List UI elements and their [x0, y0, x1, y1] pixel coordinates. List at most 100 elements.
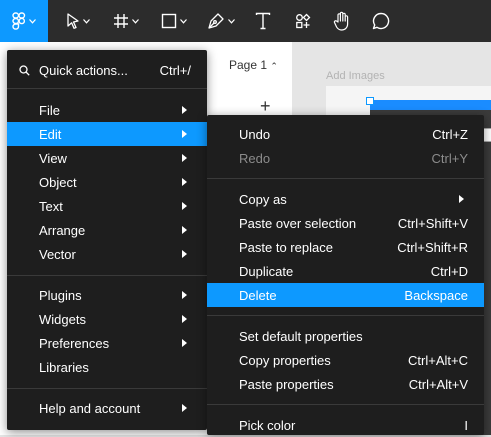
menu-item-shortcut: Ctrl+Shift+R: [397, 239, 468, 255]
menu-item-label: Text: [39, 198, 63, 214]
menu-separator: [207, 315, 484, 316]
hand-tool-icon: [333, 11, 349, 31]
menu-item-paste-properties[interactable]: Paste properties Ctrl+Alt+V: [207, 372, 484, 396]
chevron-down-icon: [29, 18, 36, 24]
figma-main-menu-icon: [12, 12, 26, 30]
main-menu: Quick actions... Ctrl+/ File Edit View O…: [7, 50, 207, 430]
menu-item-shortcut: Ctrl+Z: [432, 126, 468, 142]
menu-item-shortcut: Ctrl+Y: [431, 150, 468, 166]
main-menu-button[interactable]: [0, 0, 48, 42]
frame-tool-button[interactable]: [108, 0, 144, 42]
chevron-right-icon: [182, 130, 187, 138]
chevron-up-icon: ⌃: [270, 61, 278, 71]
menu-item-label: Paste over selection: [239, 215, 357, 231]
move-tool-button[interactable]: [60, 0, 96, 42]
menu-item-view[interactable]: View: [7, 146, 207, 170]
chevron-down-icon: [132, 18, 139, 24]
menu-item-label: Vector: [39, 246, 76, 262]
search-icon: [19, 65, 30, 76]
menu-separator: [7, 88, 207, 89]
chevron-down-icon: [228, 18, 235, 24]
menu-item-libraries[interactable]: Libraries: [7, 355, 207, 379]
menu-item-label: Arrange: [39, 222, 86, 238]
add-page-button[interactable]: +: [260, 96, 271, 117]
menu-item-redo[interactable]: Redo Ctrl+Y: [207, 146, 484, 170]
menu-item-edit[interactable]: Edit: [7, 122, 207, 146]
menu-item-vector[interactable]: Vector: [7, 242, 207, 266]
menu-item-shortcut: Ctrl+Alt+V: [408, 376, 468, 392]
menu-item-label: View: [39, 150, 67, 166]
menu-item-label: Paste to replace: [239, 239, 333, 255]
comment-tool-button[interactable]: [368, 0, 394, 42]
menu-item-label: Copy as: [239, 191, 287, 207]
chevron-right-icon: [459, 195, 464, 203]
menu-item-label: Undo: [239, 126, 271, 142]
menu-separator: [7, 275, 207, 276]
menu-item-shortcut: I: [464, 417, 468, 433]
pen-tool-icon: [208, 13, 224, 29]
resources-button[interactable]: [290, 0, 316, 42]
quick-actions-item[interactable]: Quick actions... Ctrl+/: [7, 58, 207, 82]
menu-item-label: Set default properties: [239, 328, 363, 344]
menu-item-label: File: [39, 102, 60, 118]
menu-item-label: Object: [39, 174, 77, 190]
chevron-right-icon: [182, 154, 187, 162]
shape-tool-button[interactable]: [156, 0, 192, 42]
menu-item-text[interactable]: Text: [7, 194, 207, 218]
menu-item-paste-to-replace[interactable]: Paste to replace Ctrl+Shift+R: [207, 235, 484, 259]
frame-badge: [483, 128, 491, 142]
page-selector[interactable]: Page 1 ⌃: [229, 58, 278, 72]
menu-item-label: Duplicate: [239, 263, 294, 279]
menu-item-file[interactable]: File: [7, 98, 207, 122]
page-label: Page 1: [229, 58, 268, 72]
chevron-right-icon: [182, 339, 187, 347]
menu-item-label: Redo: [239, 150, 271, 166]
selection-handle[interactable]: [366, 97, 374, 105]
menu-separator: [207, 178, 484, 179]
menu-item-preferences[interactable]: Preferences: [7, 331, 207, 355]
menu-item-object[interactable]: Object: [7, 170, 207, 194]
menu-item-duplicate[interactable]: Duplicate Ctrl+D: [207, 259, 484, 283]
menu-item-label: Copy properties: [239, 352, 331, 368]
menu-item-label: Edit: [39, 126, 62, 142]
frame-label[interactable]: Add Images: [326, 70, 385, 82]
menu-item-help-and-account[interactable]: Help and account: [7, 396, 207, 420]
menu-item-label: Plugins: [39, 287, 82, 303]
menu-separator: [7, 388, 207, 389]
resources-icon: [296, 13, 311, 29]
frame-tool-icon: [114, 14, 128, 28]
quick-actions-shortcut: Ctrl+/: [159, 62, 191, 78]
menu-item-plugins[interactable]: Plugins: [7, 283, 207, 307]
chevron-right-icon: [182, 106, 187, 114]
selection-bar: [370, 100, 491, 110]
menu-item-label: Delete: [239, 287, 277, 303]
menu-item-pick-color[interactable]: Pick color I: [207, 413, 484, 437]
menu-item-label: Libraries: [39, 359, 89, 375]
menu-item-label: Preferences: [39, 335, 110, 351]
chevron-right-icon: [182, 202, 187, 210]
chevron-down-icon: [180, 18, 187, 24]
menu-item-copy-as[interactable]: Copy as: [207, 187, 484, 211]
menu-item-shortcut: Ctrl+Alt+C: [408, 352, 468, 368]
chevron-right-icon: [182, 315, 187, 323]
toolbar: [0, 0, 491, 42]
menu-item-widgets[interactable]: Widgets: [7, 307, 207, 331]
hand-tool-button[interactable]: [328, 0, 356, 42]
menu-item-set-default-properties[interactable]: Set default properties: [207, 324, 484, 348]
quick-actions-label: Quick actions...: [39, 62, 128, 78]
shape-tool-icon: [161, 13, 177, 29]
menu-item-label: Pick color: [239, 417, 296, 433]
menu-item-delete[interactable]: Delete Backspace: [207, 283, 484, 307]
menu-item-label: Widgets: [39, 311, 86, 327]
menu-item-copy-properties[interactable]: Copy properties Ctrl+Alt+C: [207, 348, 484, 372]
chevron-down-icon: [83, 18, 90, 24]
menu-item-arrange[interactable]: Arrange: [7, 218, 207, 242]
edit-submenu: Undo Ctrl+Z Redo Ctrl+Y Copy as Paste over…: [207, 115, 484, 435]
menu-item-undo[interactable]: Undo Ctrl+Z: [207, 122, 484, 146]
menu-item-shortcut: Ctrl+D: [430, 263, 468, 279]
pen-tool-button[interactable]: [202, 0, 240, 42]
text-tool-button[interactable]: [250, 0, 276, 42]
menu-item-paste-over-selection[interactable]: Paste over selection Ctrl+Shift+V: [207, 211, 484, 235]
text-tool-icon: [255, 12, 271, 30]
menu-item-label: Help and account: [39, 400, 141, 416]
